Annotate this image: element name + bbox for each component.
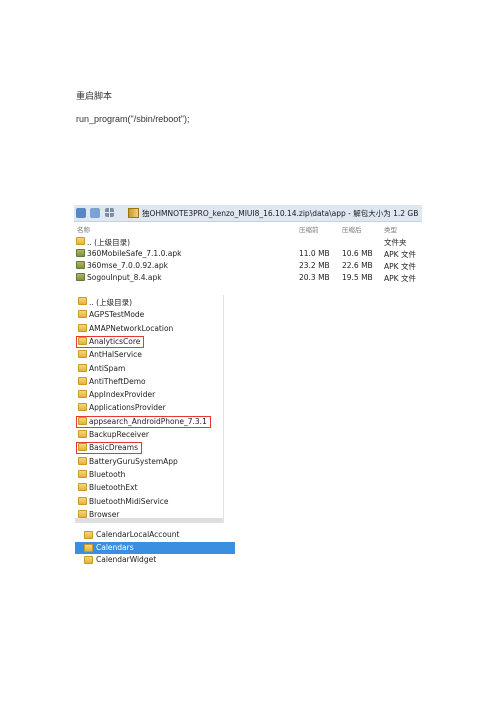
folder-row[interactable]: AppIndexProvider	[75, 388, 223, 401]
folder-row[interactable]: .. (上级目录)	[75, 295, 223, 308]
grid-view-icon[interactable]	[105, 208, 114, 217]
archive-cell-name: 360mse_7.0.0.92.apk	[87, 261, 168, 270]
archive-cell-type: APK 文件	[384, 250, 416, 259]
folder-icon	[78, 509, 87, 518]
archive-row[interactable]: .. (上级目录) 文件夹	[74, 236, 422, 247]
archive-row[interactable]: SogouInput_8.4.apk 20.3 MB 19.5 MB APK 文件	[74, 272, 422, 283]
archive-cell-packed: 23.2 MB	[299, 261, 330, 270]
folder-label: .. (上级目录)	[89, 298, 133, 307]
archive-cell-compressed: 19.5 MB	[342, 273, 373, 282]
column-type[interactable]: 类型	[384, 224, 397, 234]
archive-cell-type: APK 文件	[384, 262, 416, 271]
folder-row[interactable]: BackupReceiver	[75, 428, 223, 441]
folder-row[interactable]: AntiTheftDemo	[75, 375, 223, 388]
zip-archive-icon	[128, 208, 139, 218]
folder-icon	[78, 376, 87, 385]
folder-icon	[84, 556, 93, 564]
archive-row[interactable]: 360mse_7.0.0.92.apk 23.2 MB 22.6 MB APK 文件	[74, 260, 422, 271]
archive-cell-name: SogouInput_8.4.apk	[87, 273, 162, 282]
apk-icon	[76, 249, 85, 257]
calendar-list-row[interactable]: CalendarWidget	[75, 554, 235, 566]
folder-row[interactable]: ApplicationsProvider	[75, 401, 223, 414]
folder-label: AppIndexProvider	[89, 390, 156, 400]
calendar-list-row[interactable]: CalendarLocalAccount	[75, 529, 235, 541]
folder-label: ApplicationsProvider	[89, 403, 166, 413]
address-bar: 独OHMNOTE3PRO_kenzo_MIUI8_16.10.14.zip\da…	[74, 205, 422, 222]
calendar-list-label: Calendars	[96, 542, 134, 552]
folder-row[interactable]: AntiSpam	[75, 362, 223, 375]
apk-icon	[76, 273, 85, 281]
calendar-list-label: CalendarLocalAccount	[96, 530, 180, 539]
folder-icon	[78, 430, 87, 438]
folder-icon	[78, 363, 87, 372]
folder-icon	[78, 350, 87, 359]
screenshot-cut-edge	[75, 518, 223, 523]
archive-cell-type: 文件夹	[384, 238, 407, 247]
folder-label: BackupReceiver	[89, 430, 149, 439]
archive-cell-packed: 11.0 MB	[299, 249, 330, 258]
folder-label: BluetoothMidiService	[89, 496, 169, 506]
archive-path: 独OHMNOTE3PRO_kenzo_MIUI8_16.10.14.zip\da…	[142, 209, 419, 218]
folder-row[interactable]: AntHalService	[75, 348, 223, 361]
archive-cell-type: APK 文件	[384, 274, 416, 283]
folder-label: AntiTheftDemo	[89, 376, 146, 386]
highlight-box	[76, 415, 211, 428]
folder-icon	[76, 237, 85, 245]
archive-cell-compressed: 10.6 MB	[342, 249, 373, 258]
doc-heading: 重启脚本	[76, 92, 113, 102]
archive-cell-name: 360MobileSafe_7.1.0.apk	[87, 249, 182, 258]
view-toggle-icon[interactable]	[90, 208, 100, 218]
folder-row[interactable]: AGPSTestMode	[75, 308, 223, 321]
folder-icon	[78, 310, 87, 319]
folder-icon	[78, 496, 87, 505]
folder-row[interactable]: BluetoothMidiService	[75, 495, 223, 508]
column-packed[interactable]: 压缩前	[299, 224, 319, 234]
folder-label: AGPSTestMode	[89, 310, 145, 320]
calendar-list-screenshot: n CalendarLocalAccountCalendarsCalendarW…	[75, 527, 235, 567]
folder-icon	[78, 456, 87, 465]
column-name[interactable]: 名称	[77, 224, 90, 234]
folder-icon	[84, 531, 93, 539]
archive-cell-compressed: 22.6 MB	[342, 261, 373, 270]
column-header: 名称 压缩前 压缩后 类型	[74, 223, 422, 234]
archive-cell-name: .. (上级目录)	[87, 238, 131, 247]
folder-label: AntHalService	[89, 350, 142, 360]
folder-label: BluetoothExt	[89, 483, 138, 493]
folder-label: Bluetooth	[89, 469, 126, 479]
folder-row[interactable]: AMAPNetworkLocation	[75, 322, 223, 335]
folder-row[interactable]: AnalyticsCore	[75, 335, 223, 348]
folder-label: AMAPNetworkLocation	[89, 323, 174, 333]
folder-row[interactable]: BatteryGuruSystemApp	[75, 455, 223, 468]
highlight-box	[76, 335, 144, 348]
folder-label: AntiSpam	[89, 363, 126, 373]
folder-row[interactable]: BluetoothExt	[75, 481, 223, 494]
folder-icon	[78, 403, 87, 412]
archive-screenshot: 独OHMNOTE3PRO_kenzo_MIUI8_16.10.14.zip\da…	[74, 205, 422, 286]
calendar-list-row[interactable]: Calendars	[75, 541, 235, 554]
highlight-box	[76, 442, 142, 455]
calendar-list-label: CalendarWidget	[96, 555, 157, 564]
folder-icon	[78, 297, 87, 305]
apk-icon	[76, 261, 85, 269]
folder-row[interactable]: Bluetooth	[75, 468, 223, 481]
archive-row[interactable]: 360MobileSafe_7.1.0.apk 11.0 MB 10.6 MB APK…	[74, 248, 422, 259]
folder-icon	[78, 323, 87, 332]
archive-cell-packed: 20.3 MB	[299, 273, 330, 282]
column-compressed[interactable]: 压缩后	[342, 224, 362, 234]
folder-icon	[78, 483, 87, 492]
folder-label: BatteryGuruSystemApp	[89, 456, 178, 466]
folder-row[interactable]: appsearch_AndroidPhone_7.3.1	[75, 415, 223, 428]
folder-icon	[84, 543, 93, 552]
up-folder-icon[interactable]	[76, 208, 86, 218]
folder-icon	[78, 469, 87, 478]
folder-icon	[78, 390, 87, 399]
folder-row[interactable]: BasicDreams	[75, 441, 223, 455]
doc-code-line: run_program("/sbin/reboot");	[76, 114, 190, 124]
folder-list-screenshot: .. (上级目录) AGPSTestMode AMAPNetworkLocation…	[75, 295, 224, 523]
